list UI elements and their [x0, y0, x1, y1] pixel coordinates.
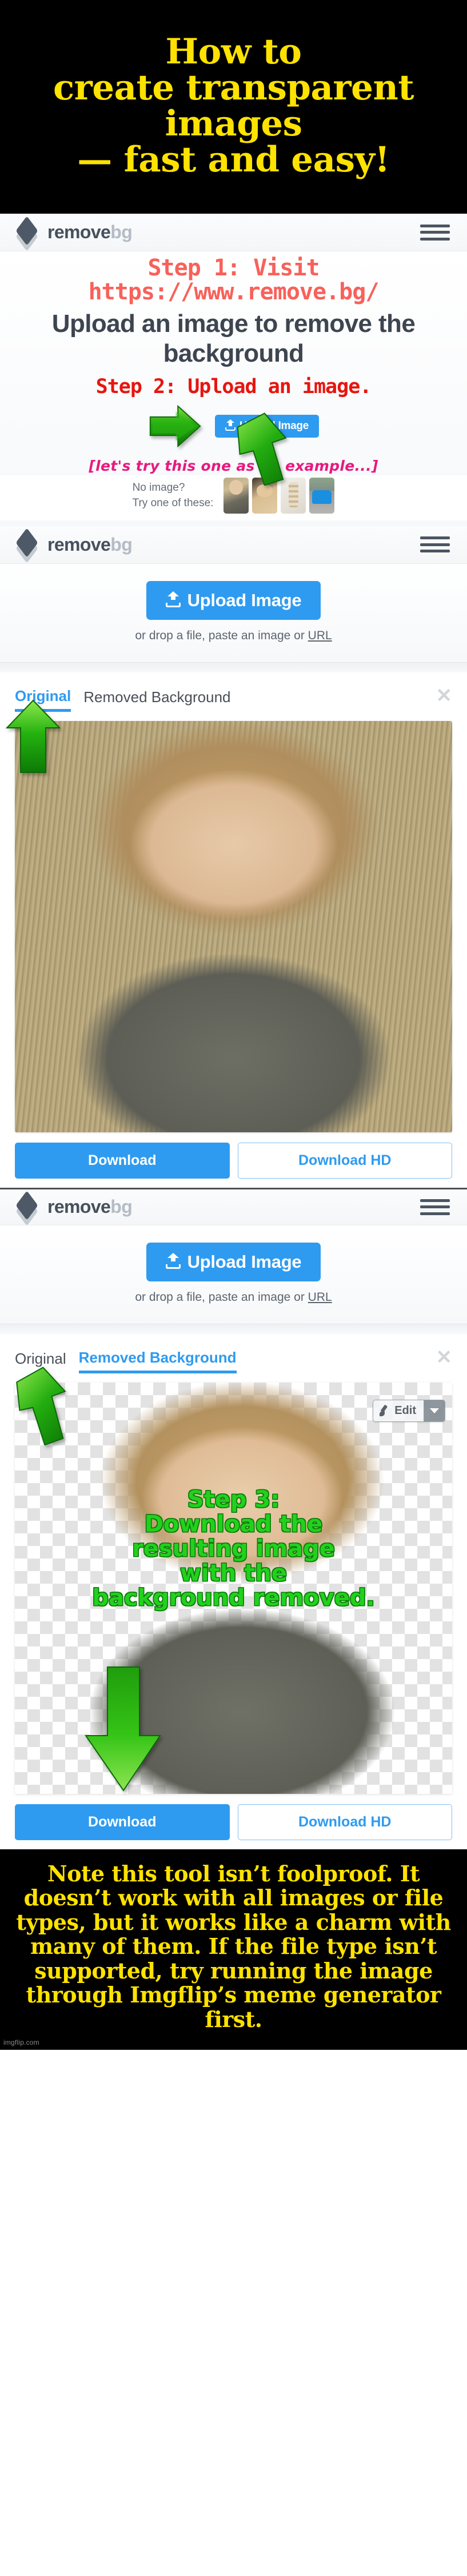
chevron-down-icon [430, 1408, 439, 1413]
photo-area-original [0, 699, 467, 1132]
meme-title-line-2: create transparent [53, 67, 414, 109]
original-photo [15, 720, 452, 1132]
download-hd-button-1[interactable]: Download HD [237, 1142, 452, 1179]
logo-text-primary: remove [47, 222, 111, 242]
caption-step-2: Step 2: Upload an image. [95, 375, 372, 398]
result-card-removed: Original Removed Background ✕ Edit Step … [0, 1333, 467, 1849]
removebg-logo-2[interactable]: removebg [14, 528, 133, 563]
panel-divider-1 [0, 662, 467, 672]
logo-text: removebg [47, 534, 133, 555]
hero-section-1: Step 1: Visit https://www.remove.bg/ Uplo… [0, 251, 467, 526]
hamburger-menu-icon[interactable] [420, 223, 450, 242]
drop-hint-3: or drop a file, paste an image or URL [0, 1281, 467, 1318]
hero-title-1: Upload an image to remove the background [51, 309, 416, 367]
upload-image-label: Upload Image [187, 1251, 302, 1272]
edit-button[interactable]: Edit [373, 1399, 445, 1422]
layers-logo-icon [14, 1190, 40, 1226]
green-arrow-up-icon-thumb [229, 411, 297, 486]
close-icon[interactable]: ✕ [436, 1348, 453, 1367]
upload-panel-3: Upload Image or drop a file, paste an im… [0, 1225, 467, 1324]
removebg-logo[interactable]: removebg [14, 215, 133, 251]
logo-text-secondary: bg [110, 1196, 133, 1217]
upload-panel-2: Upload Image or drop a file, paste an im… [0, 563, 467, 662]
meme-top-banner: How to create transparent images — fast … [0, 0, 467, 214]
hamburger-menu-icon[interactable] [420, 1197, 450, 1217]
result-card-original: Original Removed Background ✕ Download D… [0, 672, 467, 1188]
logo-text-secondary: bg [110, 534, 133, 555]
meme-title-line-4: — fast and easy! [77, 139, 390, 180]
meme-title-line-3: images [165, 103, 302, 144]
drop-hint-2: or drop a file, paste an image or URL [0, 620, 467, 656]
upload-image-button-2[interactable]: Upload Image [146, 580, 321, 620]
upload-image-button-3[interactable]: Upload Image [146, 1242, 321, 1281]
site-header-1: removebg [0, 214, 467, 251]
download-row-1: Download Download HD [0, 1132, 467, 1188]
no-image-label: No image? Try one of these: [133, 480, 214, 511]
meme-bottom-banner: Note this tool isn’t foolproof. It doesn… [0, 1849, 467, 2037]
imgflip-watermark: imgflip.com [0, 2036, 467, 2050]
drop-hint-text: or drop a file, paste an image or [135, 628, 308, 642]
removebg-logo-3[interactable]: removebg [14, 1190, 133, 1226]
site-header-3: removebg [0, 1187, 467, 1226]
tab-removed-background-2[interactable]: Removed Background [78, 1349, 237, 1373]
logo-text: removebg [47, 1196, 133, 1217]
green-arrow-right-icon [149, 404, 201, 447]
car-thumb[interactable] [309, 477, 335, 514]
edit-dropdown-toggle[interactable] [424, 1400, 445, 1421]
download-button-2[interactable]: Download [15, 1804, 230, 1840]
download-button-1[interactable]: Download [15, 1142, 230, 1179]
result-tabs-1: Original Removed Background ✕ [0, 672, 467, 712]
green-arrow-up-icon-removed-tab [8, 1365, 77, 1445]
download-hd-button-2[interactable]: Download HD [237, 1804, 452, 1840]
layers-logo-icon [14, 215, 40, 251]
close-icon[interactable]: ✕ [436, 686, 453, 706]
tab-removed-background-1[interactable]: Removed Background [83, 688, 230, 710]
edit-label: Edit [394, 1404, 416, 1417]
upload-arrow-icon [165, 591, 181, 608]
site-header-2: removebg [0, 526, 467, 564]
meme-title-line-1: How to [165, 31, 302, 73]
no-image-line-2: Try one of these: [132, 497, 214, 510]
logo-text: removebg [47, 222, 133, 243]
green-arrow-down-icon-download [80, 1664, 166, 1795]
url-link[interactable]: URL [308, 1291, 332, 1304]
meme-page: How to create transparent images — fast … [0, 0, 467, 2050]
brush-icon [379, 1405, 390, 1417]
logo-text-secondary: bg [110, 222, 133, 242]
hamburger-menu-icon[interactable] [420, 535, 450, 554]
edit-button-main[interactable]: Edit [373, 1400, 424, 1421]
caption-step-1: Step 1: Visit https://www.remove.bg/ [88, 255, 380, 306]
url-link[interactable]: URL [308, 629, 332, 642]
green-arrow-up-icon-original-tab [5, 698, 62, 775]
drop-hint-text: or drop a file, paste an image or [135, 1290, 308, 1304]
logo-text-primary: remove [47, 534, 111, 555]
no-image-line-1: No image? [132, 481, 185, 494]
upload-image-label: Upload Image [187, 590, 302, 610]
panel-divider-2 [0, 1323, 467, 1334]
layers-logo-icon [14, 528, 40, 563]
photo-area-removed: Edit Step 3: Download the resulting image w… [0, 1366, 467, 1795]
download-row-2: Download Download HD [0, 1794, 467, 1849]
logo-text-primary: remove [47, 1196, 111, 1217]
upload-arrow-icon [165, 1252, 181, 1269]
